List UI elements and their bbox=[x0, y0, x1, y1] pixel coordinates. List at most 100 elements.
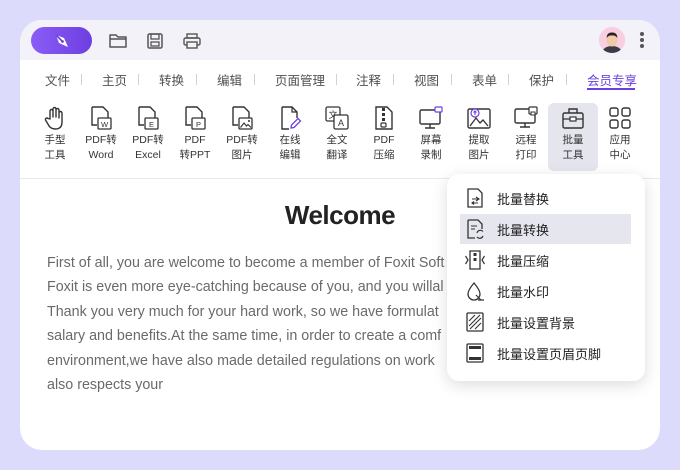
menu-bar: 文件 主页 转换 编辑 页面管理 注释 视图 表单 保护 会员专享 bbox=[20, 60, 660, 98]
dropdown-item-label: 批量替换 bbox=[497, 191, 550, 207]
dropdown-item-batch-header-footer[interactable]: 批量设置页眉页脚 bbox=[460, 338, 631, 368]
svg-text:E: E bbox=[149, 120, 154, 129]
tool-pdf-to-word[interactable]: W PDF转 Word bbox=[78, 104, 124, 170]
menu-separator bbox=[81, 74, 82, 85]
dropdown-item-batch-compress[interactable]: 批量压缩 bbox=[460, 245, 631, 275]
tool-online-edit[interactable]: 在线 编辑 bbox=[267, 104, 313, 170]
tool-pdf-compress[interactable]: PDF 压缩 bbox=[361, 104, 407, 170]
menu-separator bbox=[508, 74, 509, 85]
menu-separator bbox=[196, 74, 197, 85]
app-center-icon bbox=[609, 107, 631, 129]
tool-label-line2: 工具 bbox=[44, 148, 66, 161]
tool-label-line2: Excel bbox=[135, 148, 161, 161]
title-bar bbox=[20, 20, 660, 60]
dropdown-item-label: 批量设置背景 bbox=[497, 315, 576, 331]
open-folder-icon[interactable] bbox=[107, 30, 129, 52]
svg-text:A: A bbox=[338, 118, 344, 128]
extract-image-icon bbox=[467, 108, 491, 129]
batch-tools-icon bbox=[562, 108, 584, 129]
dropdown-item-batch-watermark[interactable]: 批量水印 bbox=[460, 276, 631, 306]
tool-screen-record[interactable]: 屏幕 录制 bbox=[408, 104, 454, 170]
screen-record-icon bbox=[419, 106, 443, 129]
tool-batch-tools[interactable]: 批量 工具 bbox=[548, 103, 598, 171]
translate-icon: 文 A bbox=[325, 106, 349, 130]
tool-pdf-to-ppt[interactable]: P PDF 转PPT bbox=[172, 104, 218, 170]
batch-header-footer-icon bbox=[466, 343, 484, 363]
batch-tools-dropdown: 批量替换 批量转换 批量压缩 批量水印 批量设置背景 批量设置页眉页脚 bbox=[447, 174, 645, 381]
menu-home[interactable]: 主页 bbox=[102, 70, 127, 89]
tool-pdf-to-excel[interactable]: E PDF转 Excel bbox=[125, 104, 171, 170]
dropdown-item-batch-convert[interactable]: 批量转换 bbox=[460, 214, 631, 244]
dropdown-item-label: 批量设置页眉页脚 bbox=[497, 346, 602, 362]
tool-label-line1: PDF转 bbox=[226, 134, 258, 146]
tool-label-line2: 压缩 bbox=[373, 148, 395, 161]
tool-label-line1: PDF bbox=[373, 134, 395, 146]
tool-label-line1: PDF转 bbox=[85, 134, 117, 146]
tool-label-line1: 全文 bbox=[326, 134, 348, 146]
dropdown-item-label: 批量转换 bbox=[497, 222, 550, 238]
hand-icon bbox=[44, 106, 63, 130]
tool-label-line1: 手型 bbox=[44, 134, 66, 146]
menu-convert[interactable]: 转换 bbox=[159, 70, 184, 89]
active-tab-underline bbox=[587, 88, 635, 90]
pdf-to-word-icon: W bbox=[91, 106, 112, 130]
user-avatar[interactable] bbox=[599, 27, 625, 53]
more-options-icon[interactable] bbox=[634, 28, 650, 52]
menu-file[interactable]: 文件 bbox=[45, 70, 70, 89]
online-edit-icon bbox=[281, 106, 302, 130]
tool-label-line2: 图片 bbox=[231, 148, 253, 161]
tool-label-line1: 在线 bbox=[279, 134, 301, 146]
print-icon[interactable] bbox=[181, 30, 203, 52]
tool-remote-print[interactable]: 远程 打印 bbox=[503, 104, 549, 170]
svg-text:P: P bbox=[196, 120, 201, 129]
ribbon-toolbar: 手型 工具 W PDF转 Word E PDF转 Excel P PDF 转PP… bbox=[20, 98, 660, 178]
tool-label-line2: 中心 bbox=[609, 148, 631, 161]
tool-label-line2: Word bbox=[88, 148, 114, 161]
menu-comment[interactable]: 注释 bbox=[356, 70, 381, 89]
tool-label-line1: 批量 bbox=[562, 134, 584, 146]
menu-view[interactable]: 视图 bbox=[414, 70, 439, 89]
tool-label-line2: 编辑 bbox=[279, 148, 301, 161]
menu-separator bbox=[138, 74, 139, 85]
menu-separator bbox=[451, 74, 452, 85]
menu-separator bbox=[254, 74, 255, 85]
menu-member-exclusive[interactable]: 会员专享 bbox=[587, 70, 637, 89]
app-window: 文件 主页 转换 编辑 页面管理 注释 视图 表单 保护 会员专享 手型 工具 bbox=[20, 20, 660, 450]
tool-label-line2: 打印 bbox=[515, 148, 537, 161]
remote-print-icon bbox=[514, 106, 538, 128]
app-frame: 文件 主页 转换 编辑 页面管理 注释 视图 表单 保护 会员专享 手型 工具 bbox=[0, 0, 680, 470]
tool-label-line2: 录制 bbox=[420, 148, 442, 161]
pdf-to-excel-icon: E bbox=[138, 106, 159, 130]
tool-label-line1: 应用 bbox=[609, 134, 631, 146]
tool-label-line2: 转PPT bbox=[179, 148, 211, 161]
dropdown-item-label: 批量水印 bbox=[497, 284, 550, 300]
compress-icon bbox=[375, 106, 393, 130]
pen-logo-icon bbox=[54, 33, 68, 47]
menu-separator bbox=[566, 74, 567, 85]
tool-label-line1: PDF bbox=[184, 134, 206, 146]
menu-separator bbox=[393, 74, 394, 85]
dropdown-item-label: 批量压缩 bbox=[497, 253, 550, 269]
menu-protect[interactable]: 保护 bbox=[529, 70, 554, 89]
tool-app-center[interactable]: 应用 中心 bbox=[597, 104, 643, 170]
batch-background-icon bbox=[466, 312, 484, 332]
tool-extract-image[interactable]: 提取 图片 bbox=[456, 104, 502, 170]
menu-edit[interactable]: 编辑 bbox=[217, 70, 242, 89]
menu-form[interactable]: 表单 bbox=[472, 70, 497, 89]
svg-text:W: W bbox=[101, 120, 109, 129]
tool-full-translate[interactable]: 文 A 全文 翻译 bbox=[314, 104, 360, 170]
app-logo-button[interactable] bbox=[31, 27, 92, 54]
pdf-to-image-icon bbox=[232, 106, 253, 130]
pdf-to-ppt-icon: P bbox=[185, 106, 206, 130]
tool-label-line2: 翻译 bbox=[326, 148, 348, 161]
dropdown-item-batch-replace[interactable]: 批量替换 bbox=[460, 183, 631, 213]
tool-pdf-to-image[interactable]: PDF转 图片 bbox=[219, 104, 265, 170]
tool-label-line1: 屏幕 bbox=[420, 134, 442, 146]
tool-label-line1: PDF转 bbox=[132, 134, 164, 146]
tool-hand[interactable]: 手型 工具 bbox=[32, 104, 78, 170]
save-icon[interactable] bbox=[144, 30, 166, 52]
menu-separator bbox=[336, 74, 337, 85]
menu-page-manage[interactable]: 页面管理 bbox=[275, 70, 325, 89]
tool-label-line1: 远程 bbox=[515, 134, 537, 146]
dropdown-item-batch-background[interactable]: 批量设置背景 bbox=[460, 307, 631, 337]
